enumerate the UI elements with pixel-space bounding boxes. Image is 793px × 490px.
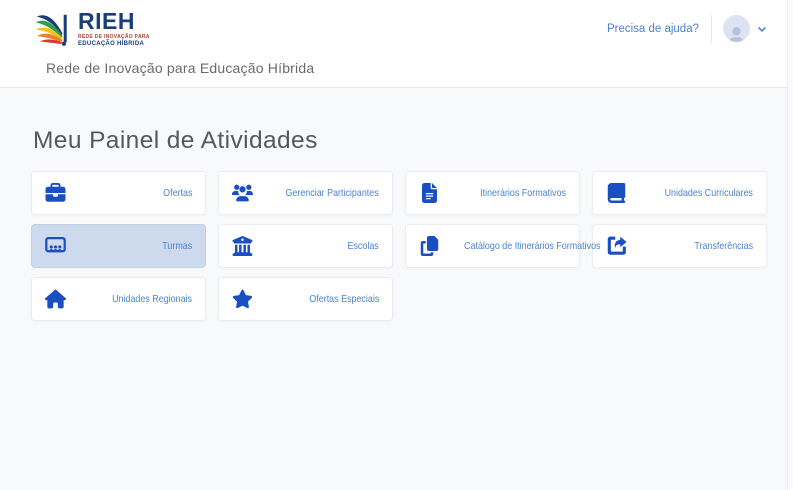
card-itinerarios-formativos[interactable]: Itinerários Formativos xyxy=(405,171,580,215)
star-icon xyxy=(232,289,253,309)
home-icon xyxy=(45,289,66,309)
scrollbar[interactable] xyxy=(787,0,793,490)
logo-word: RIEH xyxy=(78,10,150,33)
page-title: Meu Painel de Atividades xyxy=(33,127,793,155)
classroom-icon xyxy=(45,236,66,256)
header: RIEH REDE DE INOVAÇÃO PARA EDUCAÇÃO HÍBR… xyxy=(0,0,793,88)
card-label: Unidades Regionais xyxy=(112,293,192,305)
card-label: Ofertas Especiais xyxy=(309,293,379,305)
share-icon xyxy=(606,236,627,256)
user-icon xyxy=(729,27,744,42)
logo-tagline-2: EDUCAÇÃO HÍBRIDA xyxy=(78,41,150,47)
header-subtitle: Rede de Inovação para Educação Híbrida xyxy=(0,57,793,87)
logo-tagline-1: REDE DE INOVAÇÃO PARA xyxy=(78,35,150,40)
card-ofertas-especiais[interactable]: Ofertas Especiais xyxy=(218,277,393,321)
header-right-controls: Precisa de ajuda? xyxy=(607,15,767,43)
header-divider xyxy=(711,15,712,43)
card-label: Unidades Curriculares xyxy=(665,187,753,199)
account-menu-button[interactable] xyxy=(723,15,767,42)
card-unidades-curriculares[interactable]: Unidades Curriculares xyxy=(592,171,767,215)
card-label: Catálogo de Itinerários Formativos xyxy=(464,240,600,252)
card-unidades-regionais[interactable]: Unidades Regionais xyxy=(31,277,206,321)
cards-grid: Ofertas Gerenciar Participantes Itinerár… xyxy=(31,171,793,321)
book-icon xyxy=(606,183,627,203)
help-link[interactable]: Precisa de ajuda? xyxy=(607,23,699,35)
card-ofertas[interactable]: Ofertas xyxy=(31,171,206,215)
users-icon xyxy=(232,183,253,203)
card-label: Transferências xyxy=(694,240,753,252)
card-label: Escolas xyxy=(348,240,379,252)
bank-icon xyxy=(232,236,253,256)
card-transferencias[interactable]: Transferências xyxy=(592,224,767,268)
file-lines-icon xyxy=(419,183,440,203)
header-main-row: RIEH REDE DE INOVAÇÃO PARA EDUCAÇÃO HÍBR… xyxy=(0,0,793,57)
main-content: Meu Painel de Atividades Ofertas Gerenci… xyxy=(0,127,793,321)
card-turmas[interactable]: Turmas xyxy=(31,224,206,268)
rieh-book-icon xyxy=(35,10,73,48)
card-escolas[interactable]: Escolas xyxy=(218,224,393,268)
avatar xyxy=(723,15,750,42)
card-label: Ofertas xyxy=(163,187,192,199)
card-catalogo-de-itinerarios-formativos[interactable]: Catálogo de Itinerários Formativos xyxy=(405,224,580,268)
card-label: Itinerários Formativos xyxy=(480,187,566,199)
card-label: Gerenciar Participantes xyxy=(286,187,379,199)
rieh-logo[interactable]: RIEH REDE DE INOVAÇÃO PARA EDUCAÇÃO HÍBR… xyxy=(35,10,150,48)
briefcase-icon xyxy=(45,183,66,203)
copy-icon xyxy=(419,236,440,256)
card-label: Turmas xyxy=(162,240,192,252)
logo-text-block: RIEH REDE DE INOVAÇÃO PARA EDUCAÇÃO HÍBR… xyxy=(78,10,150,47)
chevron-down-icon xyxy=(757,24,767,34)
card-gerenciar-participantes[interactable]: Gerenciar Participantes xyxy=(218,171,393,215)
